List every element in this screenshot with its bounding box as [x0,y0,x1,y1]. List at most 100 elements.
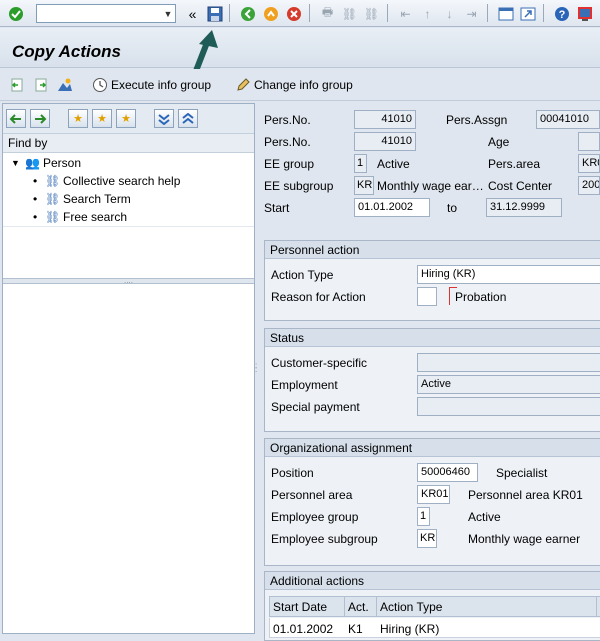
collapse-icon[interactable] [178,109,198,128]
personnel-action-title: Personnel action [265,241,600,259]
previous-record-icon[interactable] [9,77,25,93]
customer-specific-label: Customer-specific [271,356,368,370]
binoculars-icon: ⛓ [45,174,61,188]
exit-icon[interactable] [261,4,280,23]
change-info-group-button[interactable]: Change info group [235,77,353,93]
last-page-icon[interactable]: ⇥ [462,4,481,23]
age-label: Age [488,135,510,149]
change-info-group-label: Change info group [254,78,353,92]
special-payment-field [417,397,600,416]
employee-group-text: Active [468,510,501,524]
command-field[interactable]: ▼ [36,4,176,23]
page-title: Copy Actions [12,42,121,61]
org-assignment-title: Organizational assignment [265,439,600,457]
special-payment-label: Special payment [271,400,360,414]
pers-no-label: Pers.No. [264,113,311,127]
create-session-icon[interactable] [496,4,515,23]
object-manager-panel: ★ ★ ★ Find by ▼ 👥 Person • ⛓ Collective … [2,103,255,634]
ee-group-text: Active [377,157,410,171]
employee-group-label: Employee group [271,510,359,524]
tree-item-collective-search[interactable]: • ⛓ Collective search help [3,172,254,190]
end-date-field: 31.12.9999 [486,198,562,217]
tree-item-label: Search Term [63,192,131,206]
save-icon[interactable] [205,4,224,23]
clock-execute-icon [93,78,107,92]
overview-icon[interactable] [57,77,73,93]
find-next-icon[interactable]: ⛓ [362,4,381,23]
reason-code-field[interactable] [417,287,437,306]
status-title: Status [265,329,600,347]
tree-item-label: Free search [63,210,128,224]
collapse-chevron-icon[interactable]: « [183,4,202,23]
application-toolbar: Execute info group Change info group [0,69,600,101]
tree-item-search-term[interactable]: • ⛓ Search Term [3,190,254,208]
enter-icon[interactable] [6,4,25,23]
reason-label: Reason for Action [271,290,366,304]
tree-root-label: Person [43,156,82,170]
pers-assgn-label: Pers.Assgn [446,113,508,127]
start-date-field[interactable]: 01.01.2002 [354,198,430,217]
chevron-down-icon[interactable]: ▼ [161,5,175,22]
help-icon[interactable]: ? [552,4,571,23]
org-assignment-group: Organizational assignment Position 50006… [264,438,600,566]
column-header-act[interactable]: Act. [348,600,369,614]
cancel-icon[interactable] [284,4,303,23]
position-field[interactable]: 50006460 [417,463,478,482]
customer-specific-field [417,353,600,372]
edit-favorites-icon[interactable]: ★ [116,109,136,128]
to-label: to [447,201,458,215]
shortcut-icon[interactable] [518,4,537,23]
expand-icon[interactable] [154,109,174,128]
vertical-splitter-grip[interactable]: :: [255,362,257,374]
next-page-icon[interactable]: ↓ [440,4,459,23]
find-icon[interactable]: ⛓ [340,4,359,23]
additional-actions-title: Additional actions [265,572,600,590]
table-row[interactable]: 01.01.2002 K1 Hiring (KR) [269,618,600,638]
add-favorite-icon[interactable]: ★ [68,109,88,128]
personnel-area-text: Personnel area KR01 [468,488,583,502]
person-icon: 👥 [25,156,40,170]
favorites-icon[interactable]: ★ [92,109,112,128]
position-label: Position [271,466,314,480]
binoculars-icon: ⛓ [45,210,61,224]
expand-triangle-icon[interactable]: ▼ [11,154,20,172]
employee-subgroup-text: Monthly wage earner [468,532,581,546]
pers-area-label: Pers.area [488,157,541,171]
column-header-start-date[interactable]: Start Date [273,600,327,614]
binoculars-icon: ⛓ [45,192,61,206]
back-icon[interactable] [238,4,257,23]
personnel-action-group: Personnel action Action Type Hiring (KR)… [264,240,600,321]
column-header-action-type[interactable]: Action Type [380,600,442,614]
tree-item-person[interactable]: ▼ 👥 Person [3,154,254,172]
next-record-icon[interactable] [33,77,49,93]
employee-subgroup-label: Employee subgroup [271,532,378,546]
action-type-field[interactable]: Hiring (KR) [417,265,600,284]
print-icon[interactable]: 🖶 [318,4,337,23]
ee-subgroup-text: Monthly wage ear… [377,179,484,193]
ee-group-code: 1 [354,154,367,173]
panel-splitter[interactable]: .... [3,277,254,285]
employee-group-field[interactable]: 1 [417,507,430,526]
forward-arrow-icon[interactable] [30,109,50,128]
first-page-icon[interactable]: ⇤ [396,4,415,23]
pencil-icon [237,78,250,91]
employee-subgroup-field[interactable]: KR [417,529,437,548]
tree-item-free-search[interactable]: • ⛓ Free search [3,208,254,226]
position-text: Specialist [496,466,548,480]
age-field [578,132,600,151]
customize-layout-icon[interactable] [575,4,594,23]
cost-center-label: Cost Center [488,179,553,193]
execute-info-group-button[interactable]: Execute info group [92,77,211,93]
ee-subgroup-label: EE subgroup [264,179,334,193]
table-header: Start Date Act. Action Type [269,596,600,617]
main-area: Pers.No. 41010 Pers.Assgn 00041010 Pers.… [258,103,600,641]
additional-actions-group: Additional actions Start Date Act. Actio… [264,571,600,641]
back-arrow-icon[interactable] [6,109,26,128]
tree-item-label: Collective search help [63,174,181,188]
employment-field: Active [417,375,600,394]
pers-area-field: KR0 [578,154,600,173]
ee-subgroup-code: KR [354,176,374,195]
previous-page-icon[interactable]: ↑ [418,4,437,23]
personnel-area-field[interactable]: KR01 [417,485,450,504]
ee-group-label: EE group [264,157,315,171]
